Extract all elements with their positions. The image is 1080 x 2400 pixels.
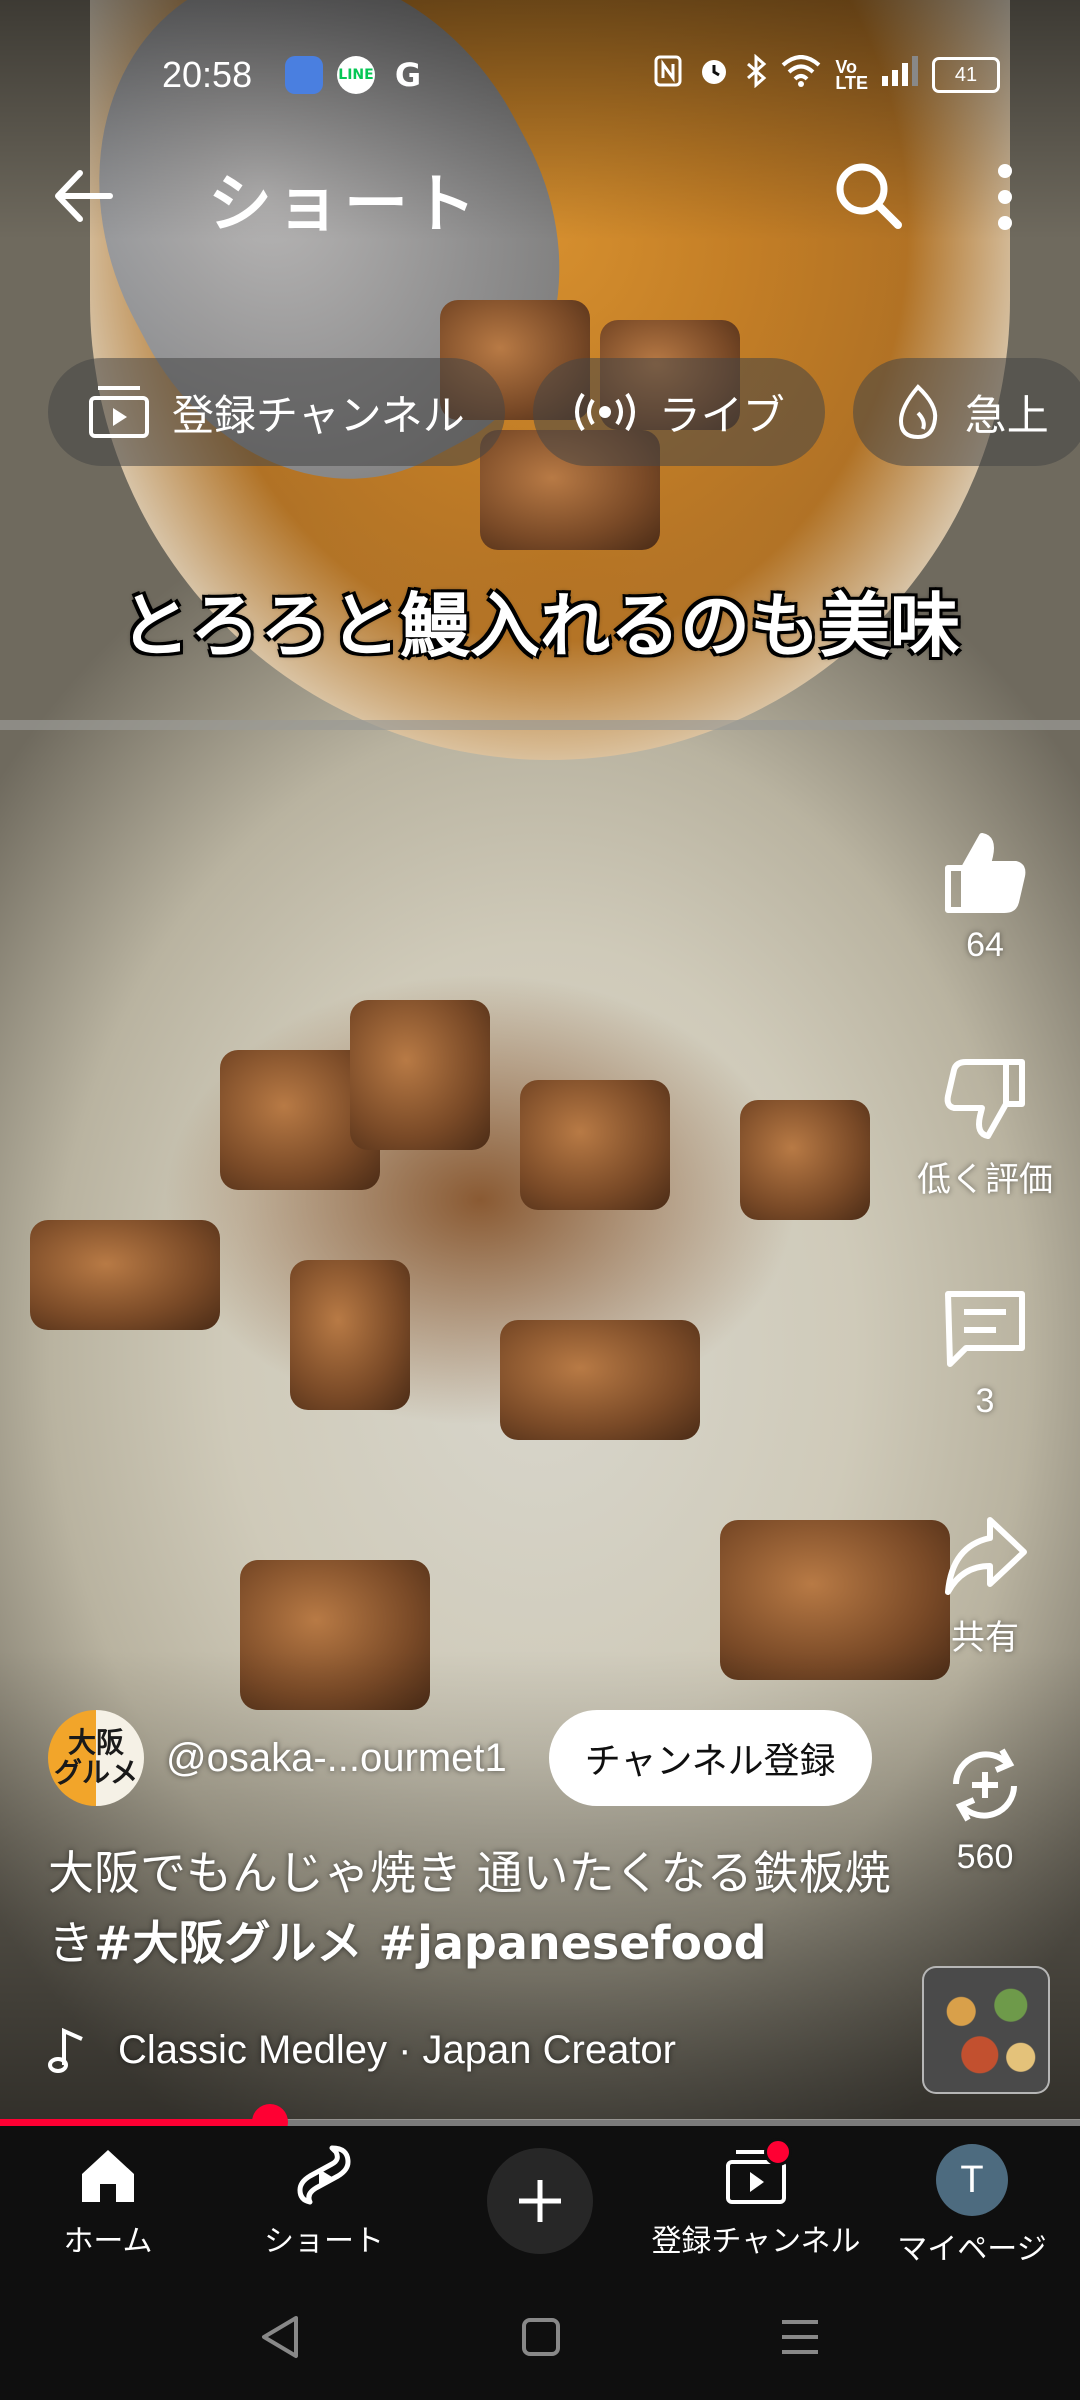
thumb-up-icon bbox=[945, 833, 1026, 913]
shorts-icon bbox=[297, 2145, 351, 2205]
wifi-icon bbox=[781, 55, 821, 95]
create-button[interactable] bbox=[487, 2148, 593, 2254]
video-food-visual bbox=[350, 1000, 490, 1150]
google-icon: G bbox=[394, 56, 422, 94]
status-notification-icons: LINE G bbox=[285, 56, 427, 94]
system-back-icon[interactable] bbox=[250, 2312, 310, 2362]
line-icon: LINE bbox=[337, 56, 375, 94]
home-icon bbox=[82, 2150, 134, 2202]
alarm-icon bbox=[697, 54, 731, 96]
video-food-visual bbox=[740, 1100, 870, 1220]
chip-label: 登録チャンネル bbox=[172, 390, 465, 440]
video-overlay-caption: とろろと鰻入れるのも美味 bbox=[120, 584, 960, 667]
chip-label: ライブ bbox=[658, 390, 785, 440]
signal-icon bbox=[882, 56, 918, 94]
status-time: 20:58 bbox=[162, 54, 253, 95]
share-label: 共有 bbox=[951, 1619, 1019, 1657]
chip-trending[interactable]: 急上 bbox=[852, 358, 1080, 466]
page-title: ショート bbox=[208, 168, 480, 242]
bottom-navigation: ホーム ショート 登録チャンネル T マイページ bbox=[0, 2126, 1080, 2272]
thumb-down-icon bbox=[944, 1059, 1025, 1139]
status-bar: 20:58 LINE G Vo LTE 41 bbox=[0, 40, 1080, 110]
description-hashtags[interactable]: #大阪グルメ #japanesefood bbox=[94, 1916, 767, 1970]
chip-label: 急上 bbox=[964, 390, 1049, 440]
nav-home[interactable]: ホーム bbox=[0, 2144, 216, 2260]
share-icon bbox=[945, 1517, 1027, 1595]
video-food-visual bbox=[290, 1260, 410, 1410]
music-note-icon bbox=[48, 2027, 83, 2073]
subscribe-button[interactable]: チャンネル登録 bbox=[548, 1710, 872, 1806]
search-button[interactable] bbox=[830, 157, 906, 233]
channel-handle[interactable]: @osaka-...ourmet1 bbox=[166, 1736, 507, 1781]
back-button[interactable] bbox=[50, 163, 116, 229]
comment-count: 3 bbox=[975, 1382, 995, 1420]
progress-fill bbox=[0, 2119, 270, 2126]
status-system-icons: Vo LTE 41 bbox=[653, 53, 1000, 96]
music-label: Classic Medley · Japan Creator bbox=[118, 2027, 676, 2072]
video-food-visual bbox=[500, 1320, 700, 1440]
remix-button[interactable]: 560 bbox=[910, 1742, 1060, 1877]
share-button[interactable]: 共有 bbox=[910, 1514, 1060, 1659]
filter-chips: 登録チャンネル ライブ 急上 bbox=[48, 358, 1080, 466]
arrow-left-icon bbox=[55, 170, 113, 222]
like-count: 64 bbox=[966, 926, 1004, 964]
video-progress-bar[interactable] bbox=[0, 2104, 1080, 2140]
more-options-button[interactable] bbox=[985, 157, 1025, 237]
battery-indicator: 41 bbox=[932, 57, 1000, 93]
remix-icon bbox=[953, 1748, 1017, 1822]
shorts-screen: 20:58 LINE G Vo LTE 41 ショート 登録チャンネル ライブ … bbox=[0, 0, 1080, 2400]
nav-label: マイページ bbox=[897, 2232, 1047, 2267]
comments-button[interactable]: 3 bbox=[910, 1286, 1060, 1421]
plus-icon bbox=[519, 2180, 561, 2222]
nav-subscriptions[interactable]: 登録チャンネル bbox=[648, 2138, 864, 2260]
music-row[interactable]: Classic Medley · Japan Creator bbox=[48, 2020, 676, 2080]
top-app-bar: ショート bbox=[0, 145, 1080, 245]
system-navigation-bar bbox=[0, 2272, 1080, 2400]
trending-icon bbox=[893, 383, 943, 441]
bluetooth-icon bbox=[745, 53, 767, 96]
comment-icon bbox=[945, 1291, 1025, 1367]
dislike-label: 低く評価 bbox=[917, 1161, 1053, 1199]
system-home-icon[interactable] bbox=[510, 2312, 570, 2362]
channel-row: 大阪 グルメ @osaka-...ourmet1 チャンネル登録 bbox=[48, 1708, 872, 1808]
remix-count: 560 bbox=[956, 1838, 1014, 1876]
like-button[interactable]: 64 bbox=[910, 830, 1060, 965]
nav-me[interactable]: T マイページ bbox=[864, 2144, 1080, 2268]
dislike-button[interactable]: 低く評価 bbox=[910, 1056, 1060, 1201]
video-description[interactable]: 大阪でもんじゃ焼き 通いたくなる鉄板焼き#大阪グルメ #japanesefood bbox=[48, 1838, 908, 1978]
sound-thumbnail[interactable] bbox=[922, 1966, 1050, 2094]
video-food-visual bbox=[520, 1080, 670, 1210]
live-icon bbox=[573, 390, 637, 434]
nav-shorts[interactable]: ショート bbox=[216, 2144, 432, 2260]
video-tray-edge bbox=[0, 720, 1080, 730]
channel-avatar[interactable]: 大阪 グルメ bbox=[48, 1710, 144, 1806]
volte-icon: Vo LTE bbox=[835, 57, 868, 93]
search-icon bbox=[836, 163, 902, 229]
nav-label: 登録チャンネル bbox=[651, 2224, 861, 2259]
subscriptions-icon bbox=[88, 384, 150, 440]
video-food-visual bbox=[30, 1220, 220, 1330]
nav-label: ホーム bbox=[63, 2224, 153, 2259]
system-menu-icon[interactable] bbox=[770, 2312, 830, 2362]
channel-avatar-text: 大阪 グルメ bbox=[53, 1726, 138, 1789]
account-avatar: T bbox=[936, 2144, 1008, 2216]
subscriptions-notification-dot bbox=[764, 2138, 792, 2166]
nav-label: ショート bbox=[264, 2224, 384, 2259]
more-vert-icon bbox=[998, 164, 1012, 230]
app-notification-icon bbox=[285, 56, 323, 94]
chip-live[interactable]: ライブ bbox=[532, 358, 825, 466]
nfc-icon bbox=[653, 54, 683, 96]
chip-subscriptions[interactable]: 登録チャンネル bbox=[48, 358, 505, 466]
